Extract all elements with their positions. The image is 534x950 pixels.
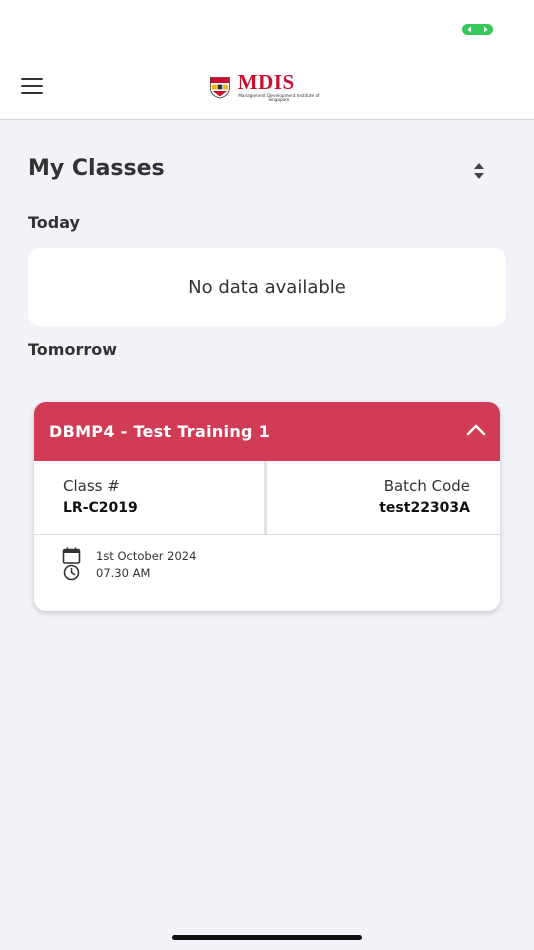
calendar-icon — [62, 547, 81, 564]
class-number-cell: Class # LR-C2019 — [34, 461, 267, 534]
crest-icon — [209, 77, 230, 99]
class-info-row: Class # LR-C2019 Batch Code test22303A — [34, 461, 500, 535]
class-time-row: 07.30 AM — [62, 564, 150, 581]
status-bar — [0, 0, 534, 58]
hamburger-menu-icon[interactable] — [21, 78, 45, 98]
class-number-value: LR-C2019 — [63, 500, 138, 516]
batch-code-value: test22303A — [379, 500, 470, 516]
mdis-logo: MDIS Management Development Institute of… — [208, 70, 320, 104]
sort-icon[interactable] — [472, 163, 486, 179]
class-title: DBMP4 - Test Training 1 — [49, 422, 271, 441]
empty-state-message: No data available — [188, 276, 346, 298]
logo-subtitle: Management Development Institute of Sing… — [238, 92, 320, 102]
class-card: DBMP4 - Test Training 1 Class # LR-C2019… — [34, 402, 500, 611]
home-indicator[interactable] — [172, 935, 362, 940]
class-schedule: 1st October 2024 07.30 AM — [34, 535, 500, 611]
status-indicator-icon — [462, 24, 493, 35]
clock-icon — [63, 564, 80, 581]
batch-code-label: Batch Code — [383, 477, 470, 495]
class-number-label: Class # — [63, 477, 120, 495]
page-title: My Classes — [28, 156, 165, 181]
class-date-row: 1st October 2024 — [62, 547, 196, 564]
class-date: 1st October 2024 — [96, 548, 197, 563]
class-time: 07.30 AM — [96, 565, 151, 580]
section-label-tomorrow: Tomorrow — [28, 340, 117, 359]
batch-code-cell: Batch Code test22303A — [267, 461, 500, 534]
section-label-today: Today — [28, 213, 80, 232]
class-card-header[interactable]: DBMP4 - Test Training 1 — [34, 402, 500, 461]
logo-title: MDIS — [237, 69, 295, 94]
empty-state-card: No data available — [28, 248, 506, 326]
chevron-up-icon[interactable] — [466, 424, 486, 436]
app-header: MDIS Management Development Institute of… — [0, 58, 534, 120]
